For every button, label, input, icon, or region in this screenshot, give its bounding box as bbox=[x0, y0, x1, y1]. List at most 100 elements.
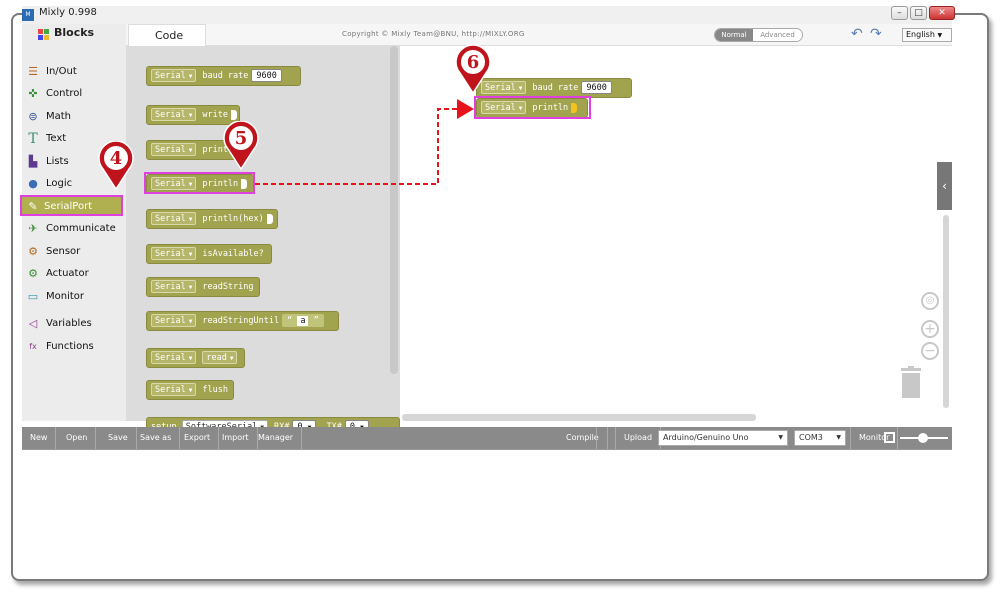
new-button[interactable]: New bbox=[22, 427, 57, 449]
mode-toggle[interactable]: Normal Advanced bbox=[714, 28, 803, 42]
read-dropdown[interactable]: read ▼ bbox=[202, 351, 238, 364]
zoom-out-icon[interactable]: − bbox=[921, 342, 939, 360]
block-serial-read-string[interactable]: Serial ▼ readString bbox=[146, 277, 260, 297]
math-icon: ⊜ bbox=[28, 110, 38, 123]
sidebar-item-serialport[interactable]: ✎ SerialPort bbox=[20, 195, 123, 216]
tab-code[interactable]: Code bbox=[128, 24, 206, 46]
sidebar-item-label: Text bbox=[46, 133, 67, 144]
chip-icon[interactable] bbox=[884, 432, 895, 443]
collapse-handle[interactable]: ‹ bbox=[937, 162, 952, 210]
serial-dropdown[interactable]: Serial ▼ bbox=[151, 314, 197, 327]
text-icon: T bbox=[28, 131, 38, 147]
gamepad-icon: ✜ bbox=[28, 87, 38, 100]
serial-dropdown[interactable]: Serial ▼ bbox=[151, 351, 197, 364]
sidebar-item-label: Sensor bbox=[46, 246, 81, 257]
board-select[interactable]: Arduino/Genuino Uno ▼ bbox=[658, 430, 788, 446]
sidebar-item-math[interactable]: ⊜ Math bbox=[26, 108, 122, 126]
mode-advanced[interactable]: Advanced bbox=[753, 29, 802, 41]
serial-dropdown[interactable]: Serial ▼ bbox=[151, 280, 197, 293]
sidebar-item-inout[interactable]: ☰ In/Out bbox=[26, 63, 122, 81]
chevron-down-icon: ▼ bbox=[836, 434, 841, 441]
block-serial-println-hex[interactable]: Serial ▼ println(hex) bbox=[146, 209, 278, 229]
maximize-button[interactable]: □ bbox=[910, 6, 927, 20]
serial-icon: ✎ bbox=[28, 200, 38, 213]
center-icon[interactable]: ◎ bbox=[921, 292, 939, 310]
output-console[interactable] bbox=[22, 449, 952, 561]
blocks-icon bbox=[38, 29, 50, 41]
redo-icon[interactable]: ↷ bbox=[870, 27, 882, 41]
bulb-icon: ● bbox=[28, 177, 38, 190]
block-serial-read[interactable]: Serial ▼ read ▼ bbox=[146, 348, 245, 368]
marker-5-label: 5 bbox=[234, 128, 248, 149]
ws-block-serial-baud-rate[interactable]: Serial ▼ baud rate 9600 bbox=[476, 78, 632, 98]
sidebar-item-control[interactable]: ✜ Control bbox=[26, 85, 122, 103]
zoom-in-icon[interactable]: + bbox=[921, 320, 939, 338]
toolbar-separator bbox=[596, 427, 616, 449]
language-select[interactable]: English ▼ bbox=[902, 28, 952, 42]
variables-icon: ◁ bbox=[28, 317, 38, 330]
board-value: Arduino/Genuino Uno bbox=[663, 433, 749, 442]
sidebar-item-monitor[interactable]: ▭ Monitor bbox=[26, 288, 122, 306]
serial-dropdown[interactable]: Serial ▼ bbox=[151, 247, 197, 260]
save-as-button[interactable]: Save as bbox=[132, 427, 181, 449]
sidebar-item-functions[interactable]: fx Functions bbox=[26, 338, 122, 356]
inout-icon: ☰ bbox=[28, 65, 38, 78]
window-title: Mixly 0.998 bbox=[39, 7, 97, 18]
window-controls: – □ ✕ bbox=[891, 6, 955, 20]
functions-icon: fx bbox=[29, 342, 37, 351]
tab-blocks-label: Blocks bbox=[54, 26, 95, 39]
category-sidebar: ☰ In/Out ✜ Control ⊜ Math T Text ▙ Lists ● Log… bbox=[20, 46, 126, 421]
block-serial-flush[interactable]: Serial ▼ flush bbox=[146, 380, 234, 400]
app-logo-icon: M bbox=[22, 9, 34, 21]
bottom-toolbar: New Open Save Save as Export Import Mana… bbox=[22, 427, 952, 449]
tab-code-label: Code bbox=[155, 29, 184, 42]
baud-value[interactable]: 9600 bbox=[251, 69, 282, 82]
sensor-icon: ⚙ bbox=[28, 245, 38, 258]
port-select[interactable]: COM3 ▼ bbox=[794, 430, 846, 446]
tab-blocks[interactable]: Blocks bbox=[22, 24, 126, 46]
marker-6-label: 6 bbox=[466, 52, 480, 73]
copyright-text: Copyright © Mixly Team@BNU, http://MIXLY… bbox=[342, 30, 525, 38]
minimize-button[interactable]: – bbox=[891, 6, 908, 20]
serial-dropdown[interactable]: Serial ▼ bbox=[151, 108, 197, 121]
manager-button[interactable]: Manager bbox=[250, 427, 303, 449]
sidebar-item-actuator[interactable]: ⚙ Actuator bbox=[26, 265, 122, 283]
sidebar-item-label: Monitor bbox=[46, 291, 85, 302]
workspace-vscrollbar[interactable] bbox=[943, 215, 949, 408]
export-button[interactable]: Export bbox=[176, 427, 220, 449]
slider-thumb[interactable] bbox=[918, 433, 928, 443]
monitor-icon: ▭ bbox=[27, 290, 39, 303]
port-value: COM3 bbox=[799, 433, 823, 442]
trash-icon[interactable] bbox=[899, 366, 923, 398]
upload-button[interactable]: Upload bbox=[616, 427, 662, 449]
sidebar-item-label: Control bbox=[46, 88, 83, 99]
sidebar-item-label: Math bbox=[46, 111, 72, 122]
undo-icon[interactable]: ↶ bbox=[851, 27, 863, 41]
baud-value[interactable]: 9600 bbox=[581, 81, 612, 94]
serial-dropdown[interactable]: Serial ▼ bbox=[151, 69, 197, 82]
workspace-hscrollbar[interactable] bbox=[402, 414, 756, 421]
block-serial-baud-rate[interactable]: Serial ▼ baud rate 9600 bbox=[146, 66, 301, 86]
serial-dropdown[interactable]: Serial ▼ bbox=[151, 383, 197, 396]
marker-4-label: 4 bbox=[109, 148, 123, 169]
sidebar-item-sensor[interactable]: ⚙ Sensor bbox=[26, 243, 122, 261]
sidebar-item-variables[interactable]: ◁ Variables bbox=[26, 315, 122, 333]
sidebar-item-label: Logic bbox=[46, 178, 73, 189]
block-serial-is-available[interactable]: Serial ▼ isAvailable? bbox=[146, 244, 272, 264]
chevron-down-icon: ▼ bbox=[778, 434, 783, 441]
chevron-down-icon: ▼ bbox=[937, 32, 943, 39]
open-button[interactable]: Open bbox=[58, 427, 97, 449]
sidebar-item-communicate[interactable]: ✈ Communicate bbox=[26, 220, 122, 238]
close-button[interactable]: ✕ bbox=[929, 6, 955, 20]
println-highlight bbox=[144, 172, 255, 194]
sidebar-item-label: Functions bbox=[46, 341, 94, 352]
serial-dropdown[interactable]: Serial ▼ bbox=[151, 212, 197, 225]
mode-normal[interactable]: Normal bbox=[715, 29, 753, 41]
sidebar-item-label: In/Out bbox=[46, 66, 77, 77]
text-value[interactable]: “ a ” bbox=[282, 314, 324, 327]
block-serial-read-string-until[interactable]: Serial ▼ readStringUntil “ a ” bbox=[146, 311, 339, 331]
flyout-scrollbar[interactable] bbox=[390, 46, 398, 374]
serial-dropdown[interactable]: Serial ▼ bbox=[151, 143, 197, 156]
lists-icon: ▙ bbox=[28, 155, 38, 168]
satellite-icon: ✈ bbox=[28, 222, 38, 235]
